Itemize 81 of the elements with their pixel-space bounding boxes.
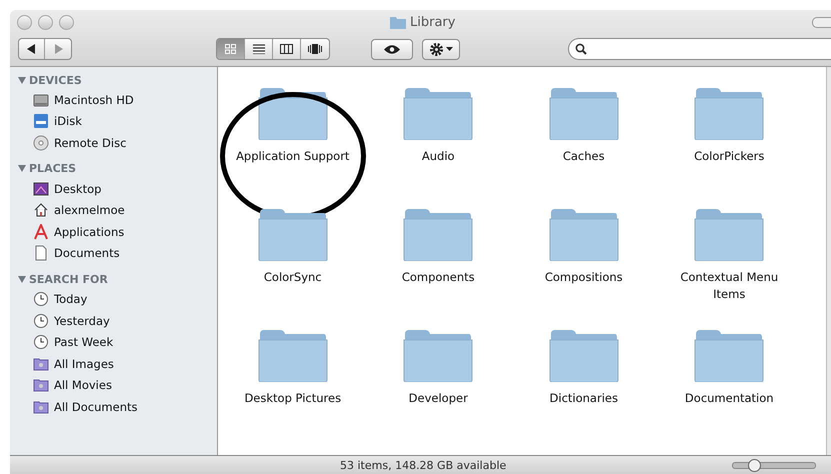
sidebar-item-label: Remote Disc — [54, 136, 126, 150]
smart-folder-icon — [33, 356, 49, 372]
folder-name: Caches — [562, 148, 606, 165]
folder-name: Contextual Menu Items — [679, 269, 780, 303]
sidebar-item-label: All Images — [54, 356, 114, 371]
sidebar-item-label: Yesterday — [54, 314, 110, 328]
sidebar-heading: PLACES — [29, 162, 76, 176]
back-arrow-icon — [27, 44, 36, 54]
sidebar-item[interactable]: Remote Disc — [10, 132, 217, 154]
column-view-icon — [280, 44, 293, 54]
cover-flow-icon — [308, 44, 322, 54]
forward-arrow-icon — [54, 44, 62, 54]
sidebar-item-label: All Movies — [54, 378, 112, 392]
folder-name: Dictionaries — [548, 390, 619, 407]
window-title: Library — [410, 14, 456, 30]
folder-name: Desktop Pictures — [243, 390, 342, 407]
folder-name: Components — [400, 269, 476, 286]
home-icon — [33, 202, 49, 218]
applications-icon — [33, 224, 49, 240]
sidebar-item[interactable]: All Movies — [10, 374, 217, 396]
caret-icon — [446, 47, 453, 51]
window-control-button[interactable] — [38, 14, 53, 30]
sidebar-item-label: Past Week — [54, 335, 114, 350]
sidebar-item[interactable]: All Documents — [10, 396, 217, 418]
sidebar-item[interactable]: All Images — [10, 352, 217, 375]
sidebar-item-label: Desktop — [54, 182, 102, 196]
disclosure-triangle-icon[interactable] — [18, 76, 26, 84]
clock-icon — [33, 290, 49, 307]
sidebar-item[interactable]: Desktop — [10, 178, 217, 200]
status-text: 53 items, 148.28 GB available — [340, 458, 506, 472]
slider-thumb[interactable] — [748, 458, 760, 472]
icon-view-icon — [225, 44, 236, 54]
clock-icon — [33, 312, 49, 329]
sidebar-item-label: All Documents — [54, 400, 138, 414]
desktop-icon — [33, 180, 49, 197]
smart-folder-icon — [33, 398, 49, 415]
sidebar-item[interactable]: Macintosh HD — [10, 89, 217, 111]
folder-name: Developer — [408, 390, 469, 407]
sidebar-item-label: Macintosh HD — [54, 92, 134, 107]
sidebar-item-label: Today — [54, 292, 88, 306]
sidebar-item[interactable]: Yesterday — [10, 310, 217, 332]
sidebar-item-label: iDisk — [54, 114, 82, 128]
window-control-button[interactable] — [59, 14, 74, 30]
zoom-slider[interactable] — [732, 462, 816, 468]
folder-name: Audio — [420, 148, 456, 165]
sidebar-item-label: alexmelmoe — [54, 203, 125, 218]
navigation-control[interactable] — [18, 38, 72, 60]
gear-icon — [429, 42, 444, 56]
toolbar-toggle-button[interactable] — [812, 16, 831, 28]
window-control-button[interactable] — [17, 14, 32, 30]
clock-icon — [33, 334, 49, 350]
disc-icon — [33, 134, 49, 151]
smart-folder-icon — [33, 377, 49, 394]
sidebar-heading: SEARCH FOR — [29, 272, 108, 286]
folder-name: Documentation — [684, 390, 775, 407]
sidebar-item[interactable]: Today — [10, 288, 217, 310]
sidebar-item[interactable]: Applications — [10, 220, 217, 243]
list-view-icon — [252, 44, 264, 54]
folder-name: Compositions — [544, 269, 624, 286]
folder-name: ColorPickers — [693, 148, 766, 165]
sidebar-item[interactable]: iDisk — [10, 110, 217, 132]
disclosure-triangle-icon[interactable] — [18, 165, 26, 172]
disclosure-triangle-icon[interactable] — [18, 276, 26, 283]
quick-look-button[interactable] — [371, 38, 413, 60]
search-field[interactable] — [568, 38, 831, 60]
sidebar-item[interactable]: Past Week — [10, 331, 217, 353]
sidebar-item-label: Applications — [54, 224, 124, 239]
eye-icon — [383, 44, 401, 54]
sidebar-heading: DEVICES — [29, 74, 82, 86]
search-icon — [575, 43, 587, 55]
hard-drive-icon — [33, 92, 49, 108]
sidebar-item[interactable]: alexmelmoe — [10, 199, 217, 221]
folder-name: ColorSync — [262, 269, 323, 286]
action-menu-button[interactable] — [422, 38, 460, 60]
folder-name: Application Support — [235, 148, 350, 165]
document-icon — [33, 245, 49, 262]
idisk-icon — [33, 113, 49, 130]
sidebar-item[interactable]: Documents — [10, 242, 217, 264]
folder-icon — [390, 16, 406, 28]
view-mode-control[interactable] — [216, 38, 330, 60]
sidebar-item-label: Documents — [54, 246, 120, 260]
